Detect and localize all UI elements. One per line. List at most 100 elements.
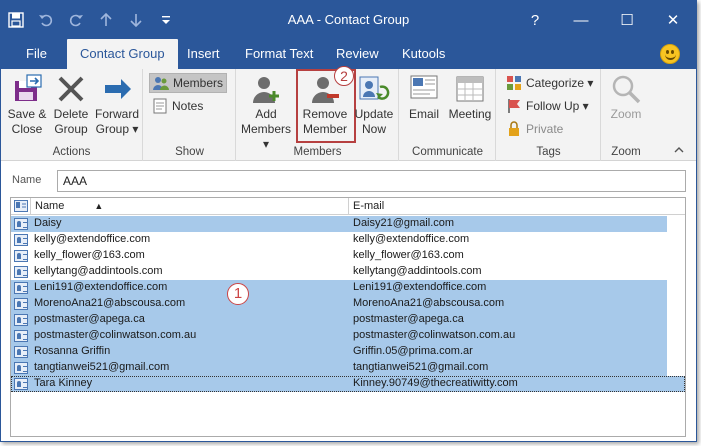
update-now-button[interactable]: Update Now xyxy=(353,73,395,137)
contact-card-icon xyxy=(14,330,28,342)
meeting-button[interactable]: Meeting xyxy=(446,73,494,122)
contact-group-window: AAA - Contact Group ? — ☐ ✕ File Contact… xyxy=(0,0,697,442)
group-actions: Save & Close Delete Group Forward Group … xyxy=(1,69,143,161)
tab-format-text[interactable]: Format Text xyxy=(232,39,326,69)
member-name: Rosanna Griffin xyxy=(34,345,111,357)
redo-icon[interactable] xyxy=(61,1,91,39)
window-controls: ? — ☐ ✕ xyxy=(512,1,696,39)
row-selection-highlight xyxy=(11,376,685,392)
contact-card-icon xyxy=(14,234,28,246)
contact-card-icon xyxy=(14,378,28,390)
group-label-members: Members xyxy=(293,146,342,158)
member-email: MorenoAna21@abscousa.com xyxy=(353,297,505,309)
members-icon xyxy=(153,77,169,90)
members-list-header: Name ▲ E-mail xyxy=(11,198,685,215)
help-icon[interactable]: ? xyxy=(512,1,558,39)
table-row[interactable]: postmaster@colinwatson.com.au postmaster@… xyxy=(11,328,685,344)
header-name[interactable]: Name ▲ xyxy=(31,198,349,215)
group-tags: Categorize ▾ Follow Up ▾ Private Tags xyxy=(497,69,601,161)
group-communicate: Email Meeting Communicate xyxy=(400,69,496,161)
email-button[interactable]: Email xyxy=(404,73,444,122)
header-icon-column[interactable] xyxy=(11,198,31,215)
member-email: Kinney.90749@thecreatiwitty.com xyxy=(353,377,518,389)
contact-card-icon xyxy=(14,200,28,212)
forward-arrow-icon xyxy=(105,79,131,99)
meeting-icon xyxy=(456,76,484,102)
tab-insert[interactable]: Insert xyxy=(174,39,233,69)
delete-group-button[interactable]: Delete Group xyxy=(51,73,91,137)
forward-group-button[interactable]: Forward Group ▾ xyxy=(93,73,141,137)
group-members: Add Members ▾ Remove Member 2 Update Now… xyxy=(237,66,399,161)
member-name: Tara Kinney xyxy=(34,377,93,389)
group-show: Members Notes Show xyxy=(144,69,236,161)
contact-group-body: Name Name▲ E-mail Daisy Daisy21@gmail.com… xyxy=(1,162,696,441)
member-email: Griffin.05@prima.com.ar xyxy=(353,345,473,357)
contact-card-icon xyxy=(14,218,28,230)
member-email: tangtianwei521@gmail.com xyxy=(353,361,489,373)
table-row[interactable]: Rosanna Griffin Griffin.05@prima.com.ar xyxy=(11,344,685,360)
tab-contact-group[interactable]: Contact Group xyxy=(67,39,178,69)
maximize-icon[interactable]: ☐ xyxy=(604,1,650,39)
ribbon-tabs: File Contact Group Insert Format Text Re… xyxy=(1,39,696,69)
table-row[interactable]: kelly@extendoffice.com kelly@extendoffice… xyxy=(11,232,685,248)
callout-1: 1 xyxy=(227,283,249,305)
tab-file[interactable]: File xyxy=(13,39,60,69)
categorize-button[interactable]: Categorize ▾ xyxy=(503,73,596,93)
table-row[interactable]: kellytang@addintools.com kellytang@addint… xyxy=(11,264,685,280)
contact-card-icon xyxy=(14,362,28,374)
contact-card-icon xyxy=(14,346,28,358)
member-name: Leni191@extendoffice.com xyxy=(34,281,168,293)
member-name: MorenoAna21@abscousa.com xyxy=(34,297,186,309)
customize-icon[interactable] xyxy=(151,1,181,39)
tab-kutools[interactable]: Kutools xyxy=(389,39,458,69)
follow-up-button[interactable]: Follow Up ▾ xyxy=(503,96,592,116)
member-name: kellytang@addintools.com xyxy=(34,265,163,277)
contact-card-icon xyxy=(14,266,28,278)
group-zoom: Zoom Zoom xyxy=(602,69,650,161)
table-row[interactable]: Daisy Daisy21@gmail.com xyxy=(11,216,685,232)
name-label: Name xyxy=(12,174,42,186)
add-member-icon xyxy=(253,77,279,103)
save-close-button[interactable]: Save & Close xyxy=(5,73,49,137)
smiley-feedback-icon[interactable] xyxy=(660,44,680,64)
member-email: postmaster@apega.ca xyxy=(353,313,464,325)
table-row[interactable]: kelly_flower@163.com kelly_flower@163.com xyxy=(11,248,685,264)
up-icon[interactable] xyxy=(91,1,121,39)
contact-card-icon xyxy=(14,250,28,262)
tab-review[interactable]: Review xyxy=(323,39,392,69)
collapse-ribbon-icon[interactable] xyxy=(674,145,684,156)
close-icon[interactable]: ✕ xyxy=(650,1,696,39)
row-selection-highlight xyxy=(11,216,667,232)
callout-2: 2 xyxy=(334,66,354,86)
member-name: postmaster@colinwatson.com.au xyxy=(34,329,197,341)
zoom-button[interactable]: Zoom xyxy=(606,73,646,122)
notes-view-button[interactable]: Notes xyxy=(149,96,227,116)
down-icon[interactable] xyxy=(121,1,151,39)
member-email: kelly@extendoffice.com xyxy=(353,233,470,245)
update-now-icon xyxy=(359,76,390,100)
table-row[interactable]: postmaster@apega.ca postmaster@apega.ca xyxy=(11,312,685,328)
member-name: kelly@extendoffice.com xyxy=(34,233,151,245)
group-label-show: Show xyxy=(175,146,204,158)
categorize-icon xyxy=(507,76,521,90)
table-row[interactable]: tangtianwei521@gmail.com tangtianwei521@g… xyxy=(11,360,685,376)
table-row[interactable]: Tara Kinney Kinney.90749@thecreatiwitty.c… xyxy=(11,376,685,392)
minimize-icon[interactable]: — xyxy=(558,1,604,39)
flag-icon xyxy=(508,99,520,113)
header-email[interactable]: E-mail xyxy=(349,198,685,215)
group-label-communicate: Communicate xyxy=(412,146,483,158)
members-view-button[interactable]: Members xyxy=(149,73,227,93)
delete-x-icon xyxy=(58,76,84,102)
member-email: kelly_flower@163.com xyxy=(353,249,464,261)
email-icon xyxy=(410,75,438,99)
table-row[interactable]: MorenoAna21@abscousa.com MorenoAna21@absc… xyxy=(11,296,685,312)
group-name-input[interactable] xyxy=(57,170,686,192)
group-label-tags: Tags xyxy=(536,146,561,158)
undo-icon[interactable] xyxy=(31,1,61,39)
table-row[interactable]: Leni191@extendoffice.com Leni191@extendof… xyxy=(11,280,685,296)
save-icon[interactable] xyxy=(1,1,31,39)
private-button[interactable]: Private xyxy=(503,119,566,139)
member-name: kelly_flower@163.com xyxy=(34,249,145,261)
add-members-button[interactable]: Add Members ▾ xyxy=(239,73,293,152)
group-label-zoom: Zoom xyxy=(611,146,641,158)
